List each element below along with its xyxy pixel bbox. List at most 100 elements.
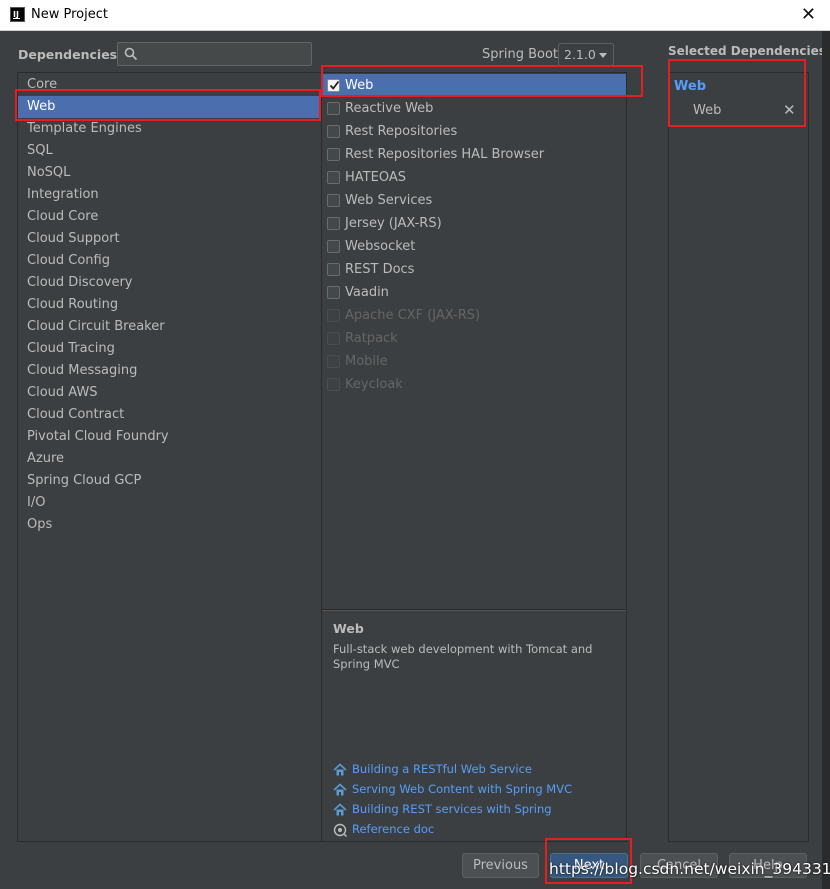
reference-icon xyxy=(333,823,347,837)
dependency-label: Ratpack xyxy=(345,331,398,346)
category-list: Core Web Template Engines SQL NoSQL Integrati… xyxy=(17,72,322,842)
dependency-item[interactable]: Web xyxy=(322,74,626,97)
dependency-checkbox[interactable] xyxy=(327,79,340,92)
dependency-checkbox xyxy=(327,378,340,391)
remove-icon[interactable]: ✕ xyxy=(783,101,796,119)
guide-link-label: Building a RESTful Web Service xyxy=(352,762,533,776)
dependency-checkbox[interactable] xyxy=(327,194,340,207)
dependency-item: Mobile xyxy=(322,350,626,373)
dependency-label: Vaadin xyxy=(345,285,389,300)
dependency-item: Ratpack xyxy=(322,327,626,350)
checkmark-icon xyxy=(329,80,340,90)
home-icon xyxy=(333,783,347,796)
dependency-item[interactable]: Web Services xyxy=(322,189,626,212)
dependency-label: HATEOAS xyxy=(345,170,406,185)
category-item[interactable]: Integration xyxy=(18,184,321,206)
title-bar: IJ New Project ✕ xyxy=(0,0,830,31)
dependency-checkbox[interactable] xyxy=(327,102,340,115)
description-panel: Web Full-stack web development with Tomc… xyxy=(322,610,627,842)
dependency-item[interactable]: Rest Repositories xyxy=(322,120,626,143)
category-item[interactable]: NoSQL xyxy=(18,162,321,184)
window-edge xyxy=(822,31,830,889)
home-icon xyxy=(333,803,347,816)
dependency-item[interactable]: Reactive Web xyxy=(322,97,626,120)
dependency-label: Mobile xyxy=(345,354,388,369)
dependency-label: Rest Repositories xyxy=(345,124,458,139)
selected-dependencies-panel: Web Web ✕ xyxy=(668,72,809,842)
selected-group-label: Web xyxy=(674,79,706,94)
guide-link[interactable]: Serving Web Content with Spring MVC xyxy=(333,781,623,799)
guide-link[interactable]: Building a RESTful Web Service xyxy=(333,761,623,779)
category-item[interactable]: I/O xyxy=(18,492,321,514)
dependency-item[interactable]: Websocket xyxy=(322,235,626,258)
close-icon[interactable]: ✕ xyxy=(801,5,816,25)
dependency-label: Apache CXF (JAX-RS) xyxy=(345,308,481,323)
dependency-label: Jersey (JAX-RS) xyxy=(345,216,442,231)
chevron-down-icon xyxy=(599,53,607,58)
spring-boot-version-select[interactable]: 2.1.0 xyxy=(558,43,614,66)
category-item[interactable]: Cloud Routing xyxy=(18,294,321,316)
dependency-checkbox[interactable] xyxy=(327,217,340,230)
category-item[interactable]: Web xyxy=(18,96,321,118)
guide-link-label: Building REST services with Spring xyxy=(352,802,552,816)
dependency-checkbox xyxy=(327,355,340,368)
description-text: Full-stack web development with Tomcat a… xyxy=(333,642,593,671)
dependency-label: Web xyxy=(345,78,374,93)
category-item[interactable]: Cloud Tracing xyxy=(18,338,321,360)
dependency-label: REST Docs xyxy=(345,262,415,277)
guide-link[interactable]: Reference doc xyxy=(333,821,623,839)
category-item[interactable]: Spring Cloud GCP xyxy=(18,470,321,492)
dependency-label: Web Services xyxy=(345,193,433,208)
category-item[interactable]: Cloud Core xyxy=(18,206,321,228)
category-item[interactable]: Cloud Support xyxy=(18,228,321,250)
search-box[interactable] xyxy=(117,42,312,66)
dependency-item: Apache CXF (JAX-RS) xyxy=(322,304,626,327)
category-item[interactable]: SQL xyxy=(18,140,321,162)
guide-link-label: Reference doc xyxy=(352,822,435,836)
dependency-checkbox xyxy=(327,309,340,322)
guide-link[interactable]: Building REST services with Spring xyxy=(333,801,623,819)
description-title: Web xyxy=(333,621,364,636)
guide-link-label: Serving Web Content with Spring MVC xyxy=(352,782,573,796)
dependency-item[interactable]: Jersey (JAX-RS) xyxy=(322,212,626,235)
dependency-label: Websocket xyxy=(345,239,416,254)
dependency-checkbox[interactable] xyxy=(327,125,340,138)
selected-dependency-item: Web xyxy=(693,103,722,118)
dependency-label: Rest Repositories HAL Browser xyxy=(345,147,545,162)
dependency-checkbox[interactable] xyxy=(327,148,340,161)
category-item[interactable]: Cloud Discovery xyxy=(18,272,321,294)
dependency-label: Reactive Web xyxy=(345,101,434,116)
dependency-checkbox[interactable] xyxy=(327,240,340,253)
category-item[interactable]: Cloud AWS xyxy=(18,382,321,404)
category-item[interactable]: Ops xyxy=(18,514,321,536)
spring-boot-label: Spring Boot xyxy=(482,47,559,62)
dependency-list: Web Reactive Web Rest Repositories Rest Rep… xyxy=(322,72,627,610)
dependency-checkbox[interactable] xyxy=(327,171,340,184)
dependency-checkbox xyxy=(327,332,340,345)
dependency-label: Keycloak xyxy=(345,377,403,392)
dependency-item: Keycloak xyxy=(322,373,626,396)
category-item[interactable]: Pivotal Cloud Foundry xyxy=(18,426,321,448)
dependency-item[interactable]: Vaadin xyxy=(322,281,626,304)
category-item[interactable]: Cloud Messaging xyxy=(18,360,321,382)
search-icon xyxy=(124,47,138,61)
dependency-item[interactable]: HATEOAS xyxy=(322,166,626,189)
spring-boot-version-value: 2.1.0 xyxy=(564,47,596,62)
category-item[interactable]: Cloud Config xyxy=(18,250,321,272)
dependency-item[interactable]: Rest Repositories HAL Browser xyxy=(322,143,626,166)
home-icon xyxy=(333,763,347,776)
previous-button[interactable]: Previous xyxy=(462,853,539,878)
category-item[interactable]: Core xyxy=(18,74,321,96)
dependency-checkbox[interactable] xyxy=(327,263,340,276)
category-item[interactable]: Azure xyxy=(18,448,321,470)
dependencies-label: Dependencies xyxy=(18,47,118,62)
dependency-item[interactable]: REST Docs xyxy=(322,258,626,281)
category-item[interactable]: Cloud Circuit Breaker xyxy=(18,316,321,338)
search-input[interactable] xyxy=(144,45,304,63)
intellij-logo-icon: IJ xyxy=(10,7,25,22)
dependency-checkbox[interactable] xyxy=(327,286,340,299)
category-item[interactable]: Template Engines xyxy=(18,118,321,140)
window-title: New Project xyxy=(31,7,108,22)
watermark: https://blog.csdn.net/weixin_39433171 xyxy=(549,860,830,878)
category-item[interactable]: Cloud Contract xyxy=(18,404,321,426)
